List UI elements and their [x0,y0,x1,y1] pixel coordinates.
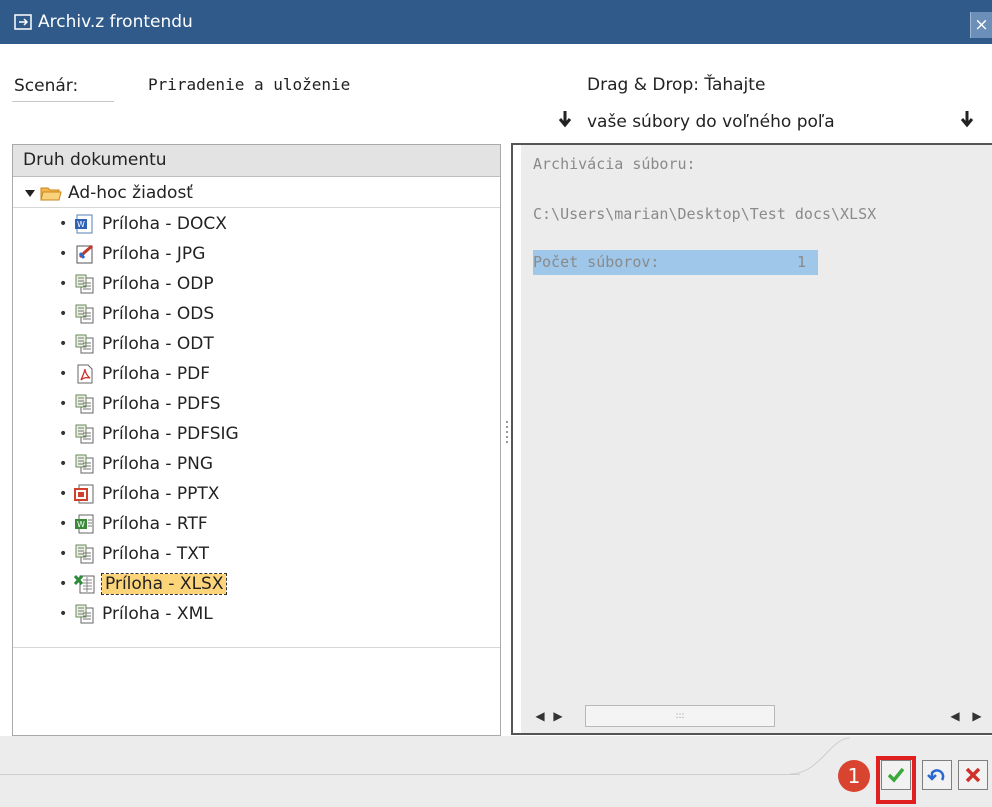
header-area: Scenár: Priradenie a uloženie Drag & Dro… [0,44,992,144]
down-arrow-icon [558,110,572,133]
bullet: • [59,606,68,622]
open-folder-icon [40,185,62,201]
bullet: • [59,276,68,292]
step-badge: 1 [838,760,870,792]
expand-triangle-icon[interactable] [25,189,35,197]
tree-item-label: Príloha - ODP [102,274,214,294]
undo-icon [927,769,945,781]
generic-file-icon [74,543,96,565]
generic-file-icon [74,423,96,445]
tree-item-odp[interactable]: • Príloha - ODP [59,271,214,297]
generic-file-icon [74,603,96,625]
horizontal-scrollbar[interactable]: ◀ ▶ ::: ◀ ▶ [521,699,992,733]
scroll-left-icon[interactable]: ◀ [531,709,549,723]
bullet: • [59,456,68,472]
tree-item-label: Príloha - PDF [102,364,211,384]
excel-file-icon [74,573,96,595]
tree-item-label: Príloha - PNG [102,454,214,474]
tree-item-label: Príloha - PPTX [102,484,220,504]
word-doc-icon: W [74,213,96,235]
scroll-right-icon[interactable]: ▶ [549,709,567,723]
bullet: • [59,216,68,232]
tree-item-label: Príloha - PDFSIG [102,424,239,444]
tree-item-label: Príloha - XLSX [100,573,228,595]
tree-item-docx[interactable]: • W Príloha - DOCX [59,211,227,237]
down-arrow-icon [960,110,974,133]
scenario-underline [12,101,114,102]
generic-file-icon [74,273,96,295]
divider [13,207,500,208]
tree-item-jpg[interactable]: • Príloha - JPG [59,241,205,267]
generic-file-icon [74,303,96,325]
divider [13,647,500,648]
powerpoint-file-icon [74,483,96,505]
tree-item-rtf[interactable]: • W Príloha - RTF [59,511,208,537]
pdf-file-icon [74,363,96,385]
generic-file-icon [74,393,96,415]
confirm-button[interactable] [881,760,911,790]
svg-text:W: W [77,220,85,229]
image-file-icon [74,243,96,265]
tree-item-label: Príloha - TXT [102,544,210,564]
dragdrop-hint-line1: Drag & Drop: Ťahajte [587,75,766,95]
tree-item-png[interactable]: • Príloha - PNG [59,451,213,477]
tree-item-label: Príloha - PDFS [102,394,221,414]
document-type-tree: Druh dokumentu Ad-hoc žiadosť • W Príloh… [12,144,501,736]
archive-heading: Archivácia súboru: [533,155,696,173]
tree-item-ods[interactable]: • Príloha - ODS [59,301,214,327]
drop-zone-panel[interactable]: Archivácia súboru: C:\Users\marian\Deskt… [511,143,992,735]
bullet: • [59,516,68,532]
bullet: • [59,336,68,352]
tree-item-label: Príloha - XML [102,604,213,624]
tree-item-label: Príloha - JPG [102,244,206,264]
svg-text:W: W [77,520,85,529]
dragdrop-hint-line2: vaše súbory do voľného poľa [587,112,835,132]
scroll-left-icon[interactable]: ◀ [946,709,964,723]
bullet: • [59,306,68,322]
tree-item-pptx[interactable]: • Príloha - PPTX [59,481,219,507]
close-button[interactable]: × [970,12,992,38]
tree-item-pdfs[interactable]: • Príloha - PDFS [59,391,221,417]
window-title: Archiv.z frontendu [38,12,193,32]
archive-path: C:\Users\marian\Desktop\Test docs\XLSX [533,205,877,223]
file-count-label: Počet súborov: [533,253,660,271]
bullet: • [59,246,68,262]
generic-file-icon [74,453,96,475]
tree-root-label: Ad-hoc žiadosť [68,183,193,203]
bullet: • [59,396,68,412]
checkmark-icon [887,767,905,783]
bullet: • [59,546,68,562]
bullet: • [59,426,68,442]
scenario-value: Priradenie a uloženie [148,75,351,94]
panel-splitter-handle[interactable] [504,418,510,454]
tree-item-odt[interactable]: • Príloha - ODT [59,331,214,357]
tree-item-label: Príloha - ODT [102,334,214,354]
bullet: • [59,486,68,502]
cancel-button[interactable] [958,760,988,790]
tree-item-txt[interactable]: • Príloha - TXT [59,541,209,567]
bullet: • [59,366,68,382]
rtf-file-icon: W [74,513,96,535]
scenario-label: Scenár: [14,76,79,96]
tree-item-label: Príloha - DOCX [102,214,227,234]
window-icon [14,14,32,30]
tree-item-label: Príloha - ODS [102,304,215,324]
file-count-value: 1 [797,253,807,271]
title-bar: Archiv.z frontendu × [0,0,992,44]
tree-item-label: Príloha - RTF [102,514,208,534]
divider [0,774,800,775]
tree-column-header: Druh dokumentu [13,145,500,177]
tree-item-pdfsig[interactable]: • Príloha - PDFSIG [59,421,239,447]
archive-log-area: Archivácia súboru: C:\Users\marian\Deskt… [521,145,992,699]
bullet: • [59,576,68,592]
generic-file-icon [74,333,96,355]
undo-button[interactable] [922,760,952,790]
tree-root-node[interactable]: Ad-hoc žiadosť [25,181,193,205]
tree-item-xlsx[interactable]: • Príloha - XLSX [59,571,228,597]
tree-item-xml[interactable]: • Príloha - XML [59,601,213,627]
scroll-thumb[interactable]: ::: [585,705,775,727]
cancel-x-icon [965,767,981,783]
scroll-right-icon[interactable]: ▶ [968,709,986,723]
tree-item-pdf[interactable]: • Príloha - PDF [59,361,210,387]
